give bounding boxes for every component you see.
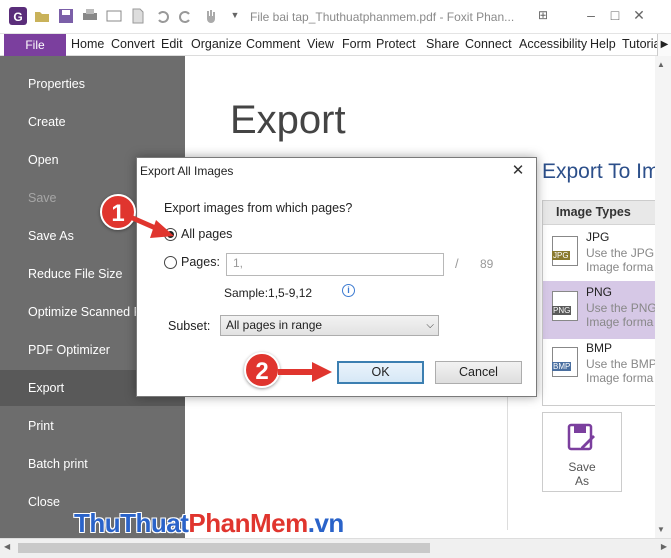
save-as-label: Save As (568, 460, 596, 488)
type-item-jpg[interactable]: JPG JPG Use the JPG Image forma (543, 226, 671, 284)
info-icon[interactable]: i (342, 284, 355, 297)
menu-organize[interactable]: Organize (191, 37, 242, 51)
hand-tool-icon[interactable] (202, 8, 218, 24)
total-pages: 89 (480, 257, 494, 271)
subset-value: All pages in range (226, 318, 323, 332)
sidebar-item-properties[interactable]: Properties (0, 66, 185, 102)
menu-share[interactable]: Share (426, 37, 459, 51)
dialog-question: Export images from which pages? (164, 201, 353, 215)
menu-help[interactable]: Help (590, 37, 616, 51)
horizontal-scroll-thumb[interactable] (18, 543, 430, 553)
scroll-up-icon[interactable]: ▲ (657, 60, 665, 69)
menu-accessibility[interactable]: Accessibility (519, 37, 587, 51)
sidebar-item-print[interactable]: Print (0, 408, 185, 444)
minimize-button[interactable]: – (582, 6, 600, 24)
pages-separator: / (455, 256, 459, 271)
type-item-png[interactable]: PNG PNG Use the PNG Image forma (543, 281, 671, 339)
dialog-title: Export All Images (140, 164, 234, 178)
subset-label: Subset: (168, 319, 211, 333)
page-title: Export (230, 98, 346, 142)
save-icon[interactable] (58, 8, 74, 24)
open-folder-icon[interactable] (34, 8, 50, 24)
pages-range-input[interactable]: 1, (226, 253, 444, 276)
close-window-button[interactable]: ✕ (630, 6, 648, 24)
type-name: BMP (586, 341, 613, 355)
type-name: PNG (586, 285, 613, 299)
pages-label[interactable]: Pages: (181, 255, 220, 269)
pages-radio[interactable] (164, 256, 177, 269)
restore-layout-icon[interactable]: ⊞ (534, 6, 552, 24)
subset-select[interactable]: All pages in range ⌵ (220, 315, 439, 336)
cancel-button[interactable]: Cancel (435, 361, 522, 384)
png-file-icon: PNG (552, 291, 578, 321)
sidebar-item-batch-print[interactable]: Batch print (0, 446, 185, 482)
step-1-arrow-icon (126, 213, 174, 238)
step-2-badge: 2 (244, 352, 280, 388)
scroll-right-icon[interactable]: ▶ (661, 542, 667, 551)
dialog-close-button[interactable]: ✕ (506, 160, 530, 182)
menu-home[interactable]: Home (71, 37, 104, 51)
image-types-panel: Image Types JPG JPG Use the JPG Image for… (542, 200, 671, 406)
chevron-down-icon: ⌵ (426, 320, 434, 331)
print-icon[interactable] (82, 8, 98, 24)
image-types-header: Image Types (543, 201, 671, 225)
sample-hint: Sample:1,5-9,12 (224, 286, 313, 300)
scroll-left-icon[interactable]: ◀ (4, 542, 10, 551)
menu-view[interactable]: View (307, 37, 334, 51)
foxit-logo-icon: G (9, 7, 27, 25)
save-as-icon (567, 423, 595, 451)
type-item-bmp[interactable]: BMP BMP Use the BMP Image forma (543, 337, 671, 395)
export-all-images-dialog: Export All Images ✕ Export images from w… (136, 157, 537, 397)
redo-icon[interactable] (178, 8, 194, 24)
menu-tutorial[interactable]: Tutoria (622, 37, 660, 51)
window-title: File bai tap_Thuthuatphanmem.pdf - Foxit… (250, 10, 515, 24)
email-icon[interactable] (106, 8, 122, 24)
menu-scroll-right-icon[interactable]: ▶ (657, 34, 671, 56)
watermark: ThuThuatPhanMem.vn (74, 508, 344, 538)
menu-protect[interactable]: Protect (376, 37, 416, 51)
vertical-scrollbar[interactable]: ▲ ▼ (655, 56, 671, 538)
step-2-arrow-icon (278, 362, 332, 382)
export-to-heading: Export To Im (542, 160, 660, 183)
ok-button[interactable]: OK (337, 361, 424, 384)
file-tab[interactable]: File (4, 34, 66, 56)
quick-access-dropdown-icon[interactable]: ▼ (226, 6, 244, 24)
horizontal-scrollbar[interactable]: ◀ ▶ (0, 538, 671, 558)
menu-edit[interactable]: Edit (161, 37, 183, 51)
bmp-file-icon: BMP (552, 347, 578, 377)
save-as-button[interactable]: Save As (542, 412, 622, 492)
maximize-button[interactable]: □ (606, 6, 624, 24)
menu-convert[interactable]: Convert (111, 37, 155, 51)
menu-form[interactable]: Form (342, 37, 371, 51)
menu-connect[interactable]: Connect (465, 37, 512, 51)
ribbon-menu-bar: File Home Convert Edit Organize Comment … (0, 34, 671, 56)
type-name: JPG (586, 230, 610, 244)
scroll-down-icon[interactable]: ▼ (657, 525, 665, 534)
all-pages-label[interactable]: All pages (181, 227, 232, 241)
sidebar-item-create[interactable]: Create (0, 104, 185, 140)
new-document-icon[interactable] (130, 8, 146, 24)
svg-text:G: G (13, 10, 22, 24)
menu-comment[interactable]: Comment (246, 37, 300, 51)
jpg-file-icon: JPG (552, 236, 578, 266)
title-bar: G ▼ File bai tap_Thuthuatphanmem.pdf - F… (0, 0, 671, 34)
undo-icon[interactable] (154, 8, 170, 24)
